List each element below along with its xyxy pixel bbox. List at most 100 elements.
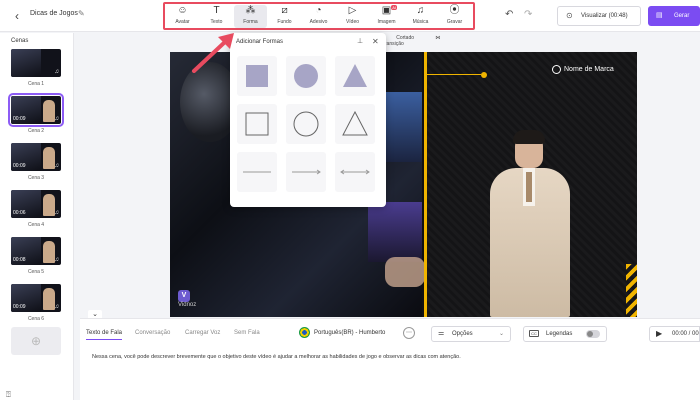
- undo-icon[interactable]: ↶: [505, 9, 513, 20]
- vidnoz-logo-icon: V: [178, 290, 190, 302]
- sticker-icon: ◔: [315, 5, 322, 16]
- ai-badge: AI: [391, 5, 397, 10]
- tool-image[interactable]: ▣ AI Imagem: [370, 5, 403, 28]
- accent-dot: [481, 72, 487, 78]
- options-dropdown[interactable]: ⚌ Opções ⌄: [431, 326, 511, 342]
- tool-label: Imagem: [377, 19, 396, 25]
- shape-line[interactable]: [237, 152, 277, 192]
- generate-button[interactable]: ▤ Gerar: [648, 6, 700, 26]
- subtitles-control: CC Legendas: [523, 326, 607, 342]
- scene-duration: 00:06: [13, 210, 26, 216]
- tool-label: Forma: [243, 19, 258, 25]
- shapes-icon: ⁂: [245, 5, 256, 16]
- circle-filled-icon: [294, 64, 318, 88]
- scene-item[interactable]: 00:06 ♫ Cena 4: [11, 190, 61, 228]
- add-scene-button[interactable]: ⊕: [11, 327, 61, 355]
- annotation-arrow-icon: [192, 33, 234, 73]
- scene-item[interactable]: ♫ Cena 1: [11, 49, 61, 87]
- tab-no-speech[interactable]: Sem Fala: [234, 330, 260, 336]
- shape-triangle-outline[interactable]: [335, 104, 375, 144]
- tool-sticker[interactable]: ◔ Adesivo: [302, 5, 335, 28]
- shape-triangle-filled[interactable]: [335, 56, 375, 96]
- options-label: Opções: [452, 331, 473, 337]
- video-icon: ▷: [348, 5, 357, 16]
- watermark-text: Vidnoz: [178, 302, 197, 308]
- subtitles-toggle[interactable]: [586, 330, 600, 338]
- square-filled-icon: [246, 65, 268, 87]
- element-toolbar: ☺ Avatar T Texto ⁂ Forma ⧄ Fundo ◔ Adesi…: [163, 2, 475, 30]
- brand-name-text[interactable]: Nome de Marca: [564, 66, 614, 73]
- shape-circle-outline[interactable]: [286, 104, 326, 144]
- play-button[interactable]: ▶ 00:00 / 00: [649, 326, 700, 342]
- brand-logo-icon[interactable]: [552, 65, 561, 74]
- music-note-icon: ♫: [54, 304, 60, 310]
- line-icon: [243, 171, 271, 173]
- watermark-logo: V Vidnoz: [178, 290, 196, 308]
- tool-label: Avatar: [175, 19, 190, 25]
- triangle-filled-icon: [343, 64, 367, 87]
- music-icon: ♫: [416, 5, 425, 16]
- scene-item[interactable]: 00:09 ♫ Cena 3: [11, 143, 61, 181]
- music-note-icon: ♫: [54, 210, 60, 216]
- music-note-icon: ♫: [54, 69, 60, 75]
- voice-selector[interactable]: Português(BR) - Humberto: [299, 326, 385, 340]
- chevron-left-icon[interactable]: ‹: [10, 9, 24, 23]
- shape-double-arrow-line[interactable]: [335, 152, 375, 192]
- scene-item[interactable]: 00:09 ♫ Cena 2: [8, 93, 64, 134]
- tab-speech-text[interactable]: Texto de Fala: [86, 330, 123, 340]
- preview-button[interactable]: ⊙ Visualizar (00:48): [557, 6, 641, 26]
- popup-title: Adicionar Formas: [236, 39, 284, 45]
- scene-duration: 00:09: [13, 116, 26, 122]
- preview-label: Visualizar (00:48): [581, 13, 628, 19]
- scene-name: Cena 3: [27, 175, 45, 181]
- generate-icon: ▤: [656, 12, 663, 19]
- pencil-icon[interactable]: ✎: [78, 9, 85, 18]
- shape-square-filled[interactable]: [237, 56, 277, 96]
- scenes-label: Cenas: [11, 38, 29, 44]
- script-panel: Texto de Fala Conversação Carregar Voz S…: [80, 318, 700, 400]
- help-icon[interactable]: ⍰: [6, 390, 11, 400]
- shape-square-outline[interactable]: [237, 104, 277, 144]
- tool-shapes[interactable]: ⁂ Forma: [234, 5, 267, 28]
- scenes-panel: Cenas ♫ Cena 1 00:09 ♫ Cena 2 00:09 ♫ Cena…: [0, 33, 74, 400]
- tool-avatar[interactable]: ☺ Avatar: [166, 5, 199, 28]
- tool-video[interactable]: ▷ Vídeo: [336, 5, 369, 28]
- redo-icon[interactable]: ↷: [524, 9, 532, 20]
- pin-icon[interactable]: ⊥: [357, 37, 363, 45]
- music-note-icon: ♫: [54, 116, 60, 122]
- shape-arrow-line[interactable]: [286, 152, 326, 192]
- generate-label: Gerar: [674, 13, 690, 19]
- avatar-presenter[interactable]: [485, 130, 575, 317]
- square-outline-icon: [245, 112, 269, 136]
- more-options-icon[interactable]: ⋯: [403, 327, 415, 339]
- sliders-icon: ⚌: [438, 330, 445, 337]
- tool-text[interactable]: T Texto: [200, 5, 233, 28]
- shape-circle-filled[interactable]: [286, 56, 326, 96]
- music-note-icon: ♫: [54, 257, 60, 263]
- record-icon: ⦿: [449, 5, 460, 16]
- tool-background[interactable]: ⧄ Fundo: [268, 5, 301, 28]
- tab-conversation[interactable]: Conversação: [135, 330, 170, 336]
- scene-duration: 00:08: [13, 257, 26, 263]
- script-textarea[interactable]: Nessa cena, você pode descrever brevemen…: [92, 354, 652, 360]
- scene-thumbnail: 00:09 ♫: [11, 143, 61, 171]
- background-icon: ⧄: [281, 5, 288, 16]
- scene-duration: 00:09: [13, 163, 26, 169]
- tool-record[interactable]: ⦿ Gravar: [438, 5, 471, 28]
- scene-name: Cena 1: [27, 81, 45, 87]
- tool-label: Vídeo: [345, 19, 360, 25]
- transition-icon: ⋈: [435, 35, 441, 41]
- music-note-icon: ♫: [54, 163, 60, 169]
- project-title[interactable]: Dicas de Jogos: [30, 10, 78, 17]
- scene-item[interactable]: 00:08 ♫ Cena 5: [11, 237, 61, 275]
- text-icon: T: [213, 5, 220, 16]
- scene-thumbnail: 00:09 ♫: [8, 93, 64, 127]
- close-icon[interactable]: ✕: [372, 37, 379, 46]
- top-bar: ‹ Dicas de Jogos ✎ ☺ Avatar T Texto ⁂ Fo…: [0, 0, 700, 32]
- tool-music[interactable]: ♫ Música: [404, 5, 437, 28]
- scene-item[interactable]: 00:09 ♫ Cena 6: [11, 284, 61, 322]
- add-shapes-popup: Adicionar Formas ⊥ ✕: [230, 33, 386, 207]
- triangle-outline-icon: [342, 110, 368, 136]
- tab-upload-voice[interactable]: Carregar Voz: [185, 330, 220, 336]
- avatar-icon: ☺: [177, 5, 188, 16]
